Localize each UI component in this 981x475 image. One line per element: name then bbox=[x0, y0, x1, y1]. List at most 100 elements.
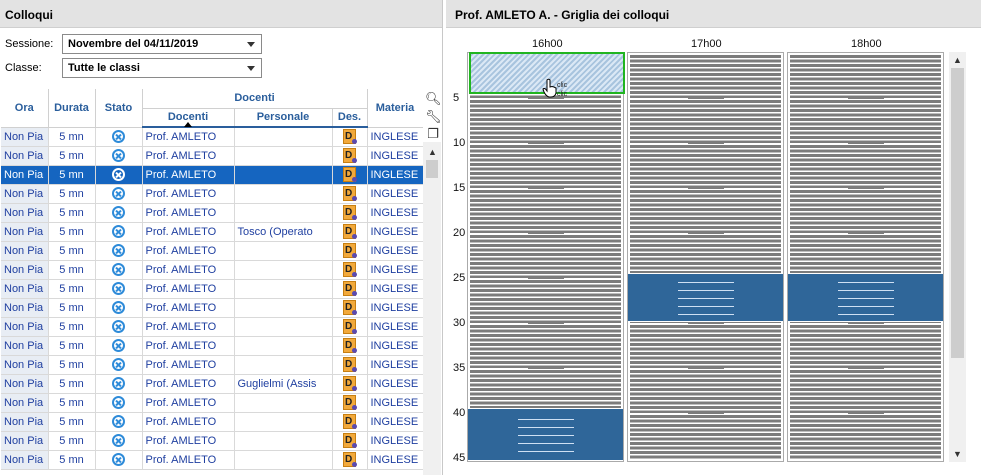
designation-icon[interactable]: D bbox=[343, 414, 357, 429]
cancel-circle-icon[interactable] bbox=[112, 320, 125, 333]
cancel-circle-icon[interactable] bbox=[112, 225, 125, 238]
hour-column-17[interactable] bbox=[627, 52, 784, 462]
table-row[interactable]: Non Pia 5 mn Prof. AMLETO D INGLESE bbox=[1, 355, 423, 375]
col-header-stato[interactable]: Stato bbox=[95, 89, 143, 128]
col-header-durata[interactable]: Durata bbox=[48, 89, 96, 128]
cell-durata[interactable]: 5 mn bbox=[48, 146, 96, 166]
sessione-select[interactable]: Novembre del 04/11/2019 bbox=[62, 34, 262, 54]
table-row[interactable]: Non Pia 5 mn Prof. AMLETO D INGLESE bbox=[1, 431, 423, 451]
cancel-circle-icon[interactable] bbox=[112, 339, 125, 352]
designation-icon[interactable]: D bbox=[343, 338, 357, 353]
cell-stato[interactable] bbox=[95, 317, 143, 337]
cell-ora[interactable]: Non Pia bbox=[1, 336, 49, 356]
cell-docente[interactable]: Prof. AMLETO bbox=[142, 127, 235, 147]
cancel-circle-icon[interactable] bbox=[112, 168, 125, 181]
cell-materia[interactable]: INGLESE bbox=[367, 450, 423, 470]
cell-ora[interactable]: Non Pia bbox=[1, 260, 49, 280]
designation-icon[interactable]: D bbox=[343, 452, 357, 467]
designation-icon[interactable]: D bbox=[343, 167, 357, 182]
table-row[interactable]: Non Pia 5 mn Prof. AMLETO D INGLESE bbox=[1, 203, 423, 223]
col-header-ora[interactable]: Ora bbox=[1, 89, 49, 128]
cell-docente[interactable]: Prof. AMLETO bbox=[142, 431, 235, 451]
table-row[interactable]: Non Pia 5 mn Prof. AMLETO D INGLESE bbox=[1, 260, 423, 280]
cell-docente[interactable]: Prof. AMLETO bbox=[142, 184, 235, 204]
scroll-up-icon[interactable]: ▲ bbox=[953, 55, 962, 65]
cell-personale[interactable] bbox=[234, 317, 333, 337]
cell-personale[interactable]: Tosco (Operato bbox=[234, 222, 333, 242]
cell-personale[interactable] bbox=[234, 184, 333, 204]
booked-slot[interactable] bbox=[788, 273, 943, 322]
cell-ora[interactable]: Non Pia bbox=[1, 374, 49, 394]
cell-des[interactable]: D bbox=[332, 393, 368, 413]
cell-durata[interactable]: 5 mn bbox=[48, 393, 96, 413]
cell-durata[interactable]: 5 mn bbox=[48, 298, 96, 318]
cell-docente[interactable]: Prof. AMLETO bbox=[142, 146, 235, 166]
cell-personale[interactable] bbox=[234, 146, 333, 166]
cell-durata[interactable]: 5 mn bbox=[48, 203, 96, 223]
cell-ora[interactable]: Non Pia bbox=[1, 298, 49, 318]
cell-durata[interactable]: 5 mn bbox=[48, 184, 96, 204]
search-icon[interactable]: 🔍︎ bbox=[425, 91, 442, 107]
cell-durata[interactable]: 5 mn bbox=[48, 412, 96, 432]
cell-stato[interactable] bbox=[95, 336, 143, 356]
cell-des[interactable]: D bbox=[332, 298, 368, 318]
cancel-circle-icon[interactable] bbox=[112, 301, 125, 314]
table-row[interactable]: Non Pia 5 mn Prof. AMLETO D INGLESE bbox=[1, 127, 423, 147]
cell-ora[interactable]: Non Pia bbox=[1, 412, 49, 432]
cancel-circle-icon[interactable] bbox=[112, 187, 125, 200]
cancel-circle-icon[interactable] bbox=[112, 130, 125, 143]
cell-materia[interactable]: INGLESE bbox=[367, 184, 423, 204]
cell-stato[interactable] bbox=[95, 431, 143, 451]
cell-des[interactable]: D bbox=[332, 127, 368, 147]
cell-ora[interactable]: Non Pia bbox=[1, 203, 49, 223]
cell-durata[interactable]: 5 mn bbox=[48, 279, 96, 299]
designation-icon[interactable]: D bbox=[343, 281, 357, 296]
cell-durata[interactable]: 5 mn bbox=[48, 374, 96, 394]
cell-durata[interactable]: 5 mn bbox=[48, 431, 96, 451]
cell-ora[interactable]: Non Pia bbox=[1, 355, 49, 375]
cell-des[interactable]: D bbox=[332, 222, 368, 242]
table-row[interactable]: Non Pia 5 mn Prof. AMLETO D INGLESE bbox=[1, 317, 423, 337]
cell-ora[interactable]: Non Pia bbox=[1, 184, 49, 204]
cell-personale[interactable] bbox=[234, 260, 333, 280]
cell-personale[interactable] bbox=[234, 450, 333, 470]
cell-des[interactable]: D bbox=[332, 260, 368, 280]
cell-stato[interactable] bbox=[95, 260, 143, 280]
cell-materia[interactable]: INGLESE bbox=[367, 336, 423, 356]
table-row[interactable]: Non Pia 5 mn Prof. AMLETO D INGLESE bbox=[1, 165, 423, 185]
cell-des[interactable]: D bbox=[332, 279, 368, 299]
cell-durata[interactable]: 5 mn bbox=[48, 317, 96, 337]
table-row[interactable]: Non Pia 5 mn Prof. AMLETO D INGLESE bbox=[1, 393, 423, 413]
table-scrollbar[interactable]: ▲ bbox=[423, 142, 441, 475]
cell-personale[interactable] bbox=[234, 165, 333, 185]
cell-docente[interactable]: Prof. AMLETO bbox=[142, 317, 235, 337]
cell-ora[interactable]: Non Pia bbox=[1, 241, 49, 261]
wrench-icon[interactable]: 🔧︎ bbox=[425, 109, 442, 125]
cancel-circle-icon[interactable] bbox=[112, 244, 125, 257]
cancel-circle-icon[interactable] bbox=[112, 358, 125, 371]
cell-des[interactable]: D bbox=[332, 146, 368, 166]
cell-personale[interactable] bbox=[234, 412, 333, 432]
cell-stato[interactable] bbox=[95, 222, 143, 242]
cell-personale[interactable] bbox=[234, 127, 333, 147]
designation-icon[interactable]: D bbox=[343, 186, 357, 201]
cell-materia[interactable]: INGLESE bbox=[367, 222, 423, 242]
table-row[interactable]: Non Pia 5 mn Prof. AMLETO D INGLESE bbox=[1, 146, 423, 166]
col-header-personale[interactable]: Personale bbox=[234, 108, 333, 128]
scroll-down-icon[interactable]: ▼ bbox=[953, 449, 962, 459]
table-row[interactable]: Non Pia 5 mn Prof. AMLETO D INGLESE bbox=[1, 336, 423, 356]
designation-icon[interactable]: D bbox=[343, 395, 357, 410]
designation-icon[interactable]: D bbox=[343, 205, 357, 220]
cell-materia[interactable]: INGLESE bbox=[367, 317, 423, 337]
cell-des[interactable]: D bbox=[332, 241, 368, 261]
cell-materia[interactable]: INGLESE bbox=[367, 279, 423, 299]
designation-icon[interactable]: D bbox=[343, 357, 357, 372]
table-row[interactable]: Non Pia 5 mn Prof. AMLETO D INGLESE bbox=[1, 241, 423, 261]
cell-materia[interactable]: INGLESE bbox=[367, 431, 423, 451]
cell-des[interactable]: D bbox=[332, 450, 368, 470]
cell-materia[interactable]: INGLESE bbox=[367, 374, 423, 394]
cell-ora[interactable]: Non Pia bbox=[1, 165, 49, 185]
cell-ora[interactable]: Non Pia bbox=[1, 317, 49, 337]
cancel-circle-icon[interactable] bbox=[112, 263, 125, 276]
cell-ora[interactable]: Non Pia bbox=[1, 279, 49, 299]
